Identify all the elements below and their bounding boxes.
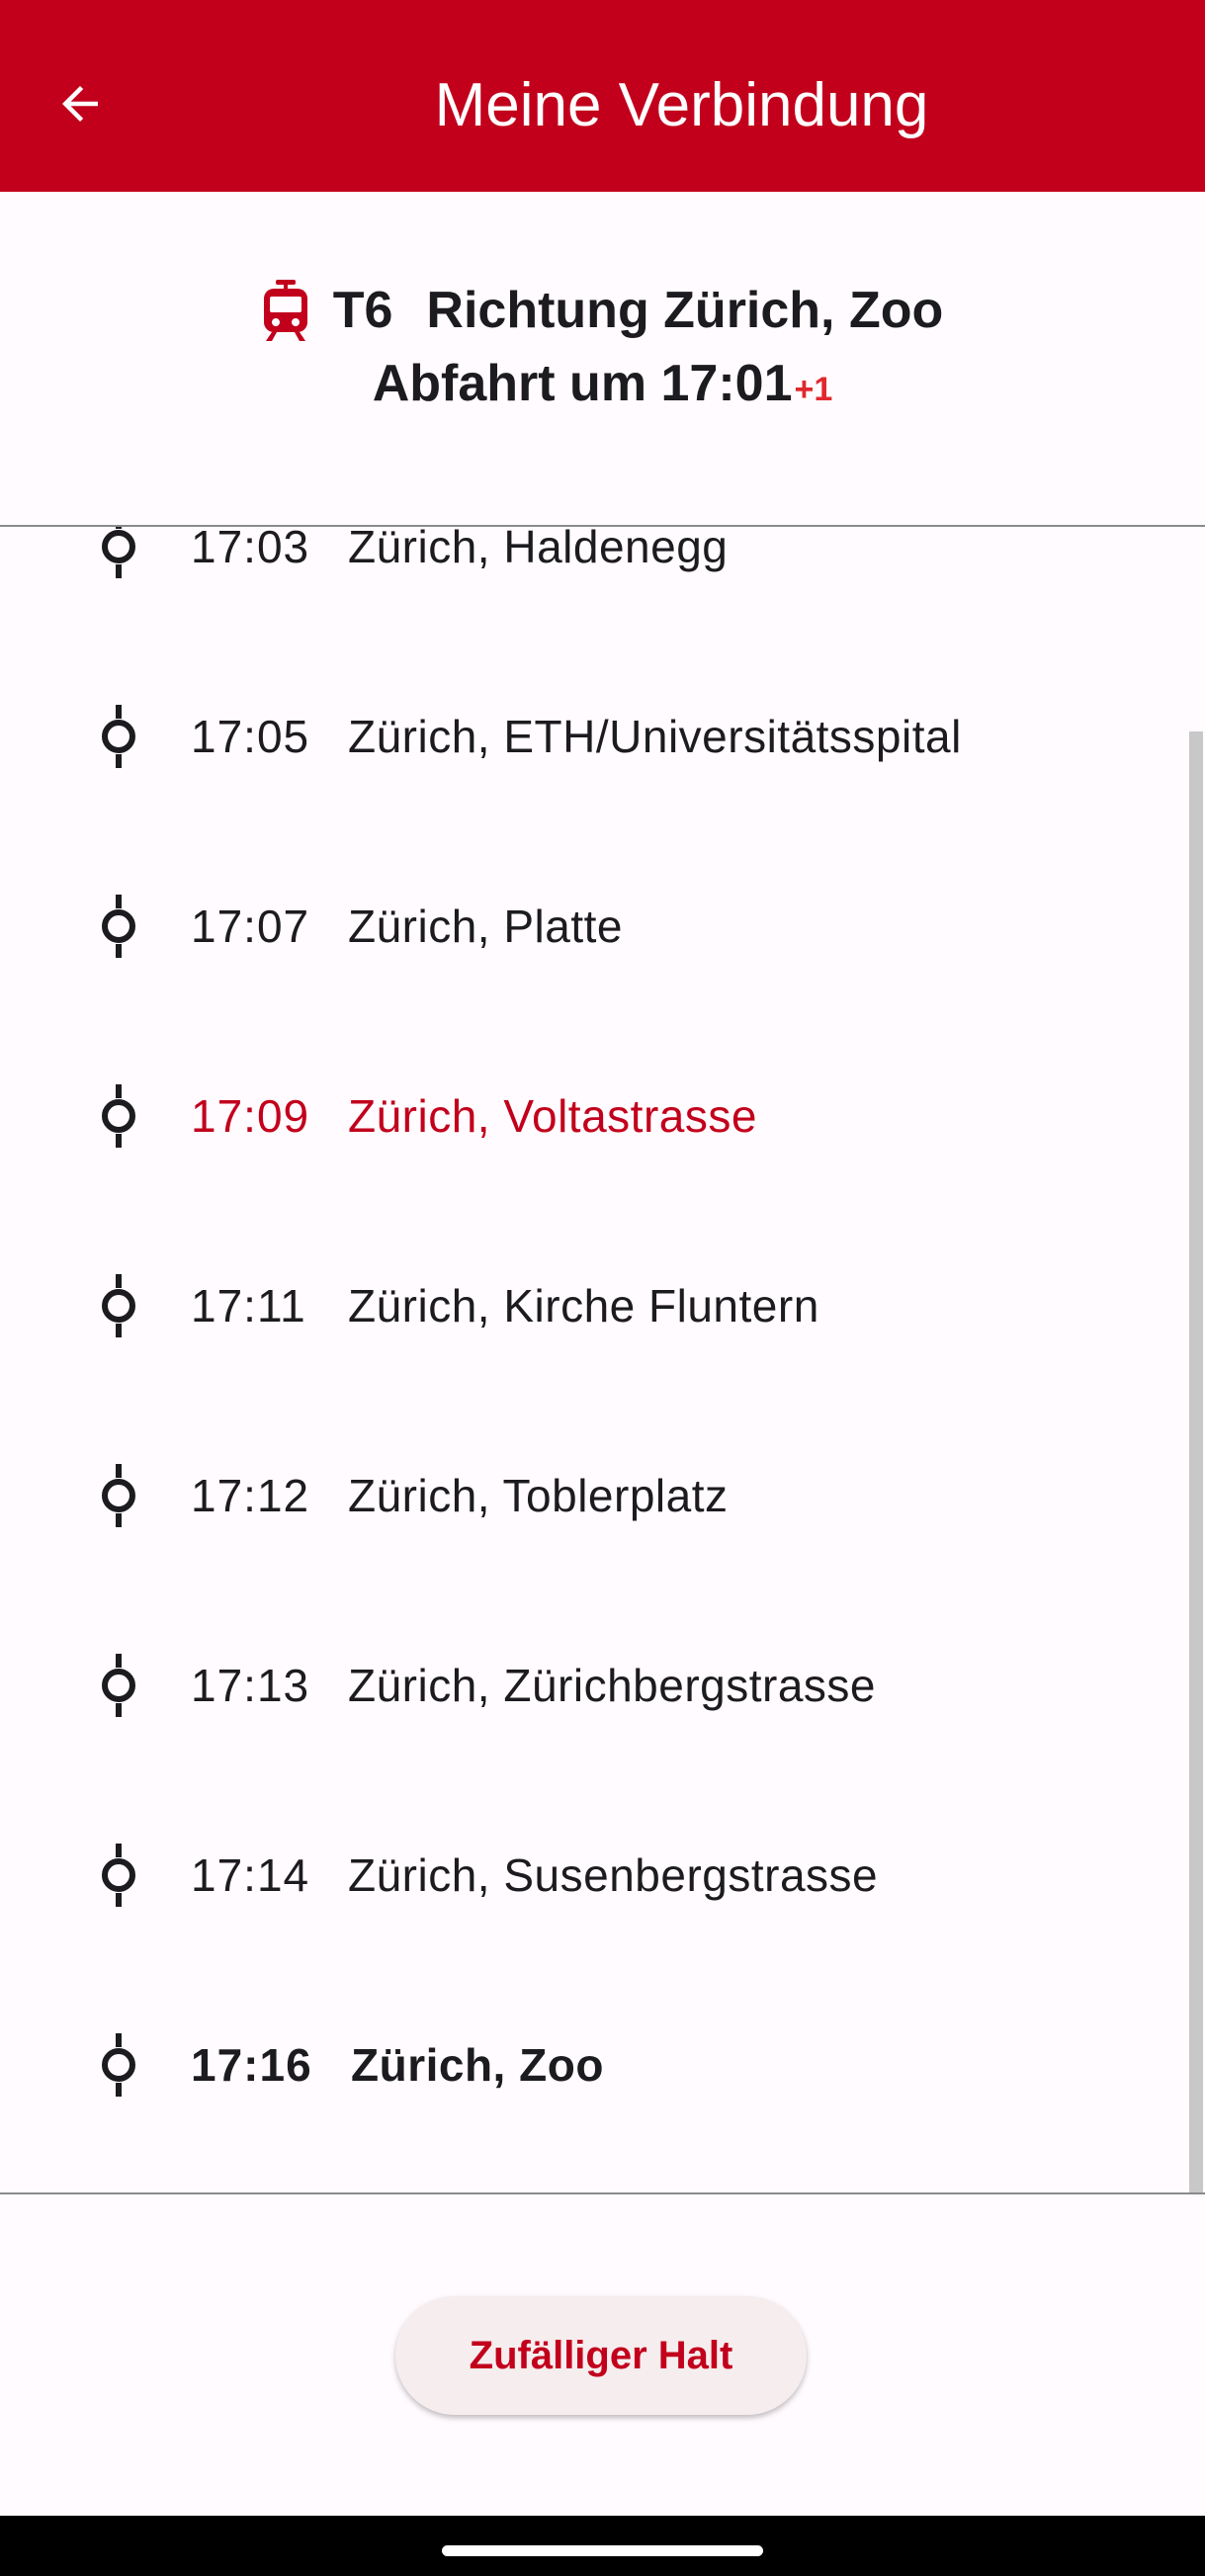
app-bar: Meine Verbindung — [0, 0, 1205, 192]
page-title: Meine Verbindung — [434, 71, 929, 139]
tram-icon — [263, 280, 307, 341]
stop-item[interactable]: 17:07 Zürich, Platte — [0, 857, 1186, 995]
stop-item[interactable]: 17:13 Zürich, Zürichbergstrasse — [0, 1616, 1186, 1755]
stop-time: 17:14 — [191, 1849, 310, 1901]
divider-bottom — [0, 2192, 1205, 2194]
stop-name: Zürich, Haldenegg — [348, 527, 729, 572]
stop-name: Zürich, Zoo — [351, 2039, 604, 2091]
stop-marker-icon — [102, 527, 135, 578]
home-indicator[interactable] — [442, 2545, 763, 2556]
stop-time: 17:16 — [191, 2039, 312, 2091]
connection-line-direction: T6 Richtung Zürich, Zoo — [0, 279, 1205, 342]
stop-marker-icon — [102, 1274, 135, 1337]
stop-marker-icon — [102, 705, 135, 768]
stop-name: Zürich, Kirche Fluntern — [348, 1280, 819, 1331]
stop-name: Zürich, Susenbergstrasse — [348, 1849, 879, 1901]
stop-name: Zürich, Voltastrasse — [348, 1090, 757, 1142]
stop-item[interactable]: 17:14 Zürich, Susenbergstrasse — [0, 1806, 1186, 1944]
stop-name: Zürich, Zürichbergstrasse — [348, 1660, 876, 1711]
stop-marker-icon — [102, 1084, 135, 1148]
stop-time: 17:03 — [191, 527, 310, 572]
stop-marker-icon — [102, 1654, 135, 1717]
stop-marker-icon — [102, 2033, 135, 2097]
stop-name: Zürich, Platte — [348, 901, 623, 952]
departure-info: Abfahrt um 17:01+1 — [0, 354, 1205, 413]
stop-item-destination[interactable]: 17:16 Zürich, Zoo — [0, 1996, 1186, 2134]
stop-time: 17:09 — [191, 1090, 310, 1142]
stop-name: Zürich, Toblerplatz — [348, 1470, 729, 1521]
random-stop-button[interactable]: Zufälliger Halt — [395, 2296, 807, 2415]
stop-time: 17:11 — [191, 1280, 306, 1331]
stop-item[interactable]: 17:05 Zürich, ETH/Universitätsspital — [0, 667, 1186, 806]
stop-time: 17:05 — [191, 711, 310, 762]
stop-item[interactable]: 17:03 Zürich, Haldenegg — [0, 527, 1186, 616]
stop-item-current[interactable]: 17:09 Zürich, Voltastrasse — [0, 1047, 1186, 1185]
delay-badge: +1 — [794, 371, 833, 408]
connection-header: T6 Richtung Zürich, Zoo Abfahrt um 17:01… — [0, 192, 1205, 526]
line-code: T6 — [332, 282, 393, 339]
stop-time: 17:13 — [191, 1660, 310, 1711]
stop-time: 17:12 — [191, 1470, 310, 1521]
stop-marker-icon — [102, 895, 135, 958]
departure-time: Abfahrt um 17:01 — [372, 355, 793, 412]
stop-item[interactable]: 17:12 Zürich, Toblerplatz — [0, 1426, 1186, 1565]
stop-name: Zürich, ETH/Universitätsspital — [348, 711, 962, 762]
stop-marker-icon — [102, 1464, 135, 1527]
direction-label: Richtung Zürich, Zoo — [426, 282, 944, 339]
stop-list[interactable]: 17:03 Zürich, Haldenegg 17:05 Zürich, ET… — [0, 527, 1205, 2192]
stop-time: 17:07 — [191, 901, 310, 952]
stop-marker-icon — [102, 1844, 135, 1907]
stop-item[interactable]: 17:11 Zürich, Kirche Fluntern — [0, 1237, 1186, 1375]
scrollbar[interactable] — [1189, 731, 1203, 2192]
